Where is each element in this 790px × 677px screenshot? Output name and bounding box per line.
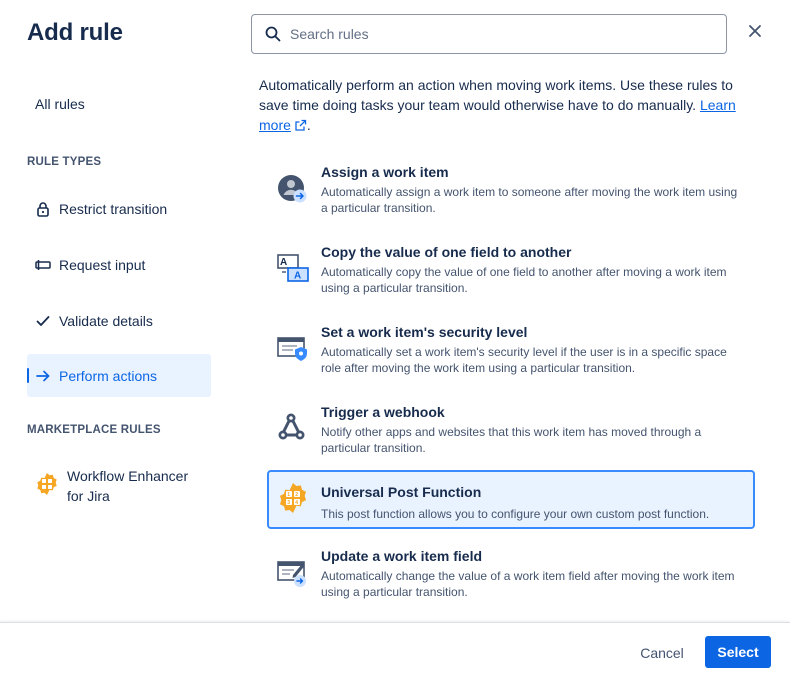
rule-title: Copy the value of one field to another [321, 244, 572, 260]
svg-text:A: A [280, 257, 287, 268]
sidebar-all-rules[interactable]: All rules [35, 96, 85, 112]
check-icon [35, 313, 51, 329]
search-field[interactable] [251, 14, 727, 54]
rule-item-trigger-webhook[interactable]: Trigger a webhook Notify other apps and … [267, 400, 755, 464]
rule-description: Automatically assign a work item to some… [321, 185, 738, 215]
cancel-button[interactable]: Cancel [630, 637, 694, 669]
close-button[interactable] [744, 22, 766, 44]
rule-title: Set a work item's security level [321, 324, 528, 340]
universal-post-function-icon: 1234 [277, 482, 309, 514]
arrow-right-icon [35, 368, 51, 384]
rule-item-assign-work-item[interactable]: Assign a work item Automatically assign … [267, 160, 755, 224]
marketplace-item-label: Workflow Enhancer for Jira [67, 468, 189, 504]
sidebar-item-request-input[interactable]: Request input [27, 243, 211, 286]
sidebar-item-workflow-enhancer[interactable]: Workflow Enhancer for Jira [35, 466, 205, 506]
svg-text:A: A [294, 271, 301, 282]
search-icon [264, 25, 282, 43]
close-icon [748, 24, 762, 43]
svg-text:3: 3 [287, 500, 290, 506]
rule-item-update-field[interactable]: Update a work item field Automatically c… [267, 544, 755, 608]
sidebar-item-label: Perform actions [59, 367, 158, 384]
search-input[interactable] [290, 26, 710, 42]
assign-user-icon [277, 172, 309, 204]
intro-suffix: . [306, 117, 311, 133]
intro-description: Automatically perform an action when mov… [259, 77, 733, 113]
copy-field-icon: AA [277, 252, 309, 284]
dialog-footer: Cancel Select [0, 622, 790, 677]
webhook-icon [277, 412, 309, 444]
security-level-icon [277, 332, 309, 364]
sidebar-item-validate-details[interactable]: Validate details [27, 299, 211, 342]
sidebar-item-perform-actions[interactable]: Perform actions [27, 354, 211, 397]
rule-types-heading: RULE TYPES [27, 156, 102, 168]
intro-text: Automatically perform an action when mov… [259, 75, 759, 137]
lock-icon [35, 201, 51, 217]
sidebar-item-restrict-transition[interactable]: Restrict transition [27, 187, 211, 230]
rule-item-security-level[interactable]: Set a work item's security level Automat… [267, 320, 755, 384]
dialog-title: Add rule [27, 19, 123, 46]
svg-text:1: 1 [287, 492, 290, 498]
rule-description: Automatically copy the value of one fiel… [321, 265, 727, 295]
update-field-icon [277, 556, 309, 588]
sidebar-item-label: Validate details [59, 312, 153, 329]
rule-description: Automatically set a work item's security… [321, 345, 727, 375]
sidebar-item-label: Restrict transition [59, 200, 168, 217]
rule-title: Universal Post Function [321, 484, 482, 500]
rule-title: Update a work item field [321, 548, 483, 564]
rule-item-universal-post-function[interactable]: 1234 Universal Post Function This post f… [267, 470, 755, 529]
workflow-enhancer-icon [35, 472, 59, 496]
rule-item-copy-field[interactable]: AA Copy the value of one field to anothe… [267, 240, 755, 304]
select-button[interactable]: Select [705, 636, 771, 668]
external-link-icon [294, 117, 307, 137]
svg-text:4: 4 [295, 500, 298, 506]
rule-description: Automatically change the value of a work… [321, 569, 735, 599]
input-field-icon [35, 257, 51, 273]
rule-title: Trigger a webhook [321, 404, 445, 420]
rule-description: Notify other apps and websites that this… [321, 425, 702, 455]
marketplace-rules-heading: MARKETPLACE RULES [27, 424, 161, 436]
rule-title: Assign a work item [321, 164, 449, 180]
svg-text:2: 2 [295, 492, 298, 498]
rule-description: This post function allows you to configu… [321, 507, 710, 521]
sidebar-item-label: Request input [59, 256, 146, 273]
